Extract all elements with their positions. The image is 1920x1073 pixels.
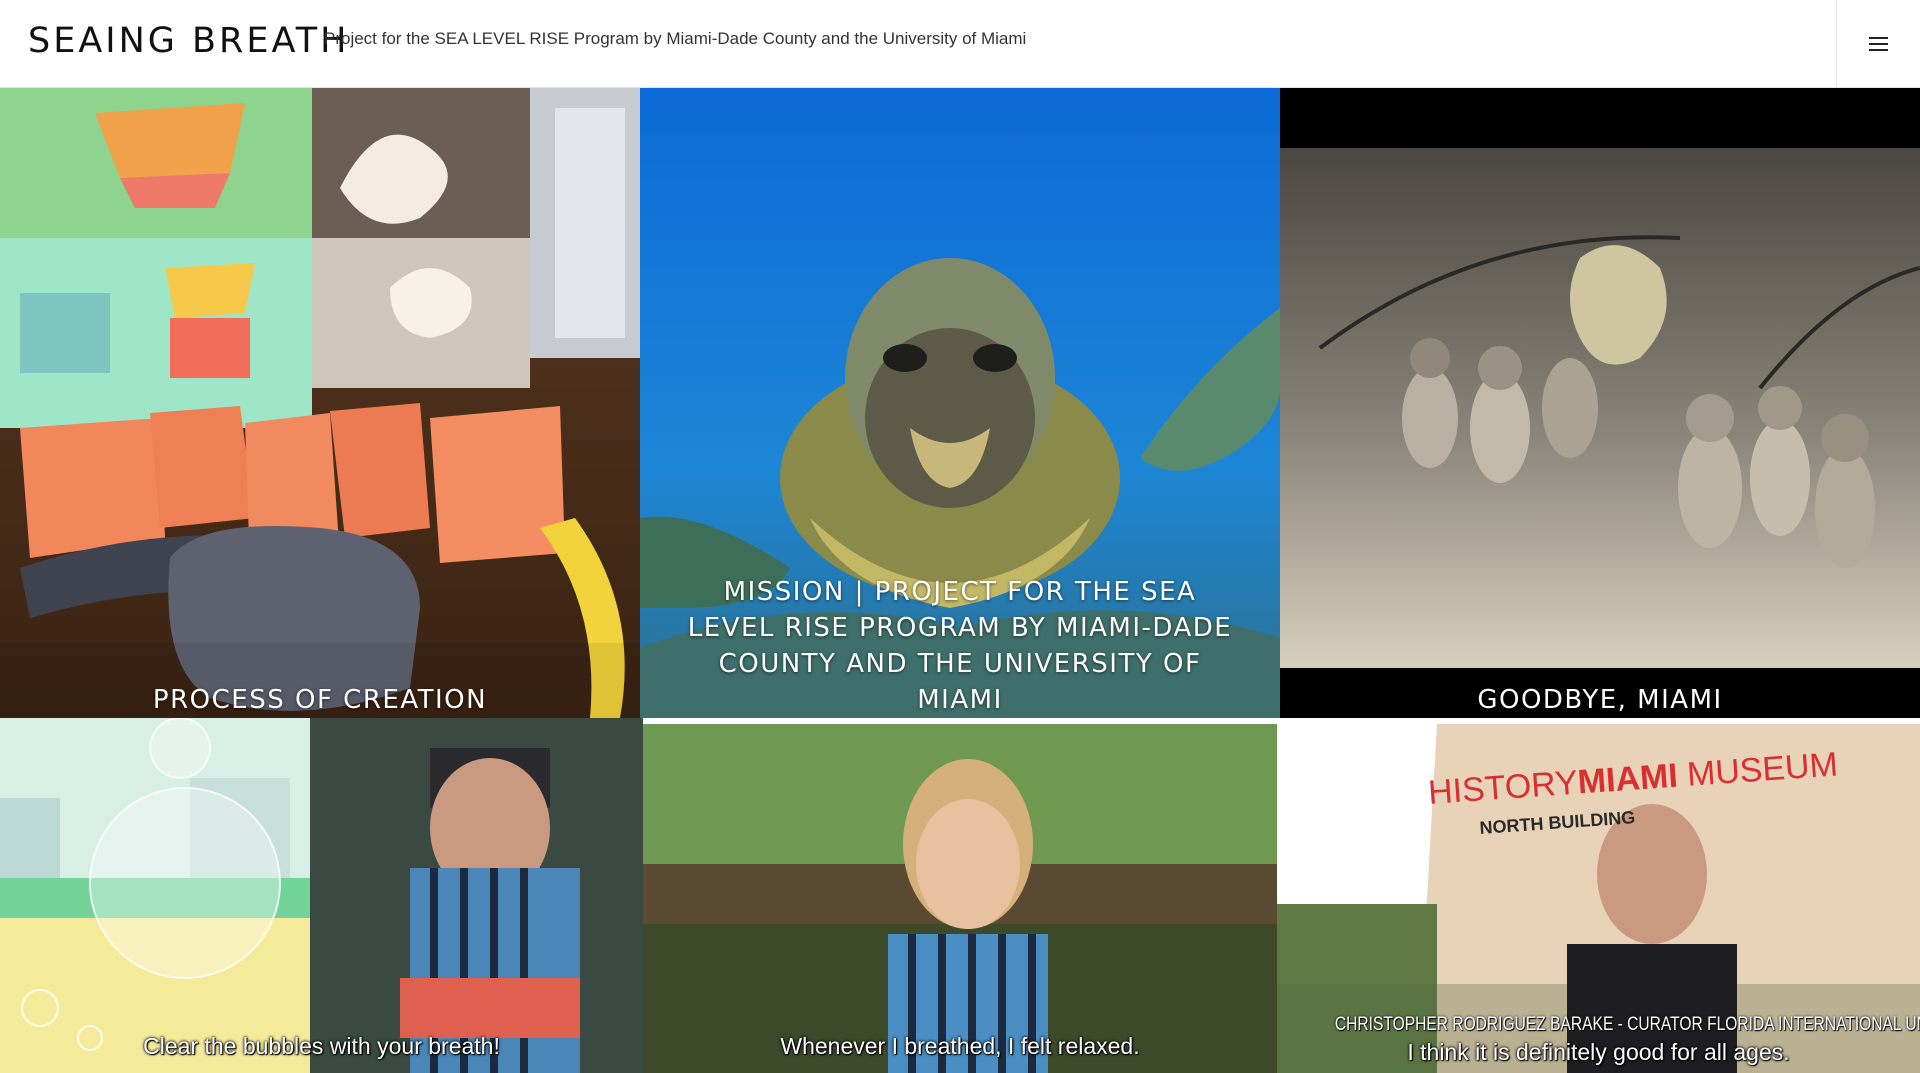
tile-curator-video[interactable]: HISTORYMIAMI MUSEUM NORTH BUILDING CHRIS… bbox=[1277, 724, 1920, 1073]
vintage-underwater-photo bbox=[1280, 148, 1920, 668]
tile-title: MISSION | PROJECT FOR THE SEA LEVEL RISE… bbox=[687, 577, 1233, 715]
menu-button[interactable] bbox=[1836, 0, 1920, 88]
bubbles-video-frame bbox=[0, 718, 643, 1073]
site-header: SEAING BREATH Project for the SEA LEVEL … bbox=[0, 0, 1920, 88]
hamburger-menu-icon bbox=[1869, 37, 1888, 51]
tile-title: GOODBYE, MIAMI bbox=[1477, 685, 1723, 715]
child-interview-frame bbox=[643, 724, 1277, 1073]
tile-title: PROCESS OF CREATION bbox=[152, 685, 488, 715]
site-tagline: Project for the SEA LEVEL RISE Program b… bbox=[324, 29, 1027, 48]
tile-process-of-creation[interactable]: PROCESS OF CREATION bbox=[0, 88, 640, 718]
speaker-name-caption: CHRISTOPHER RODRIGUEZ BARAKE - CURATOR F… bbox=[1334, 1014, 1920, 1035]
video-caption: Clear the bubbles with your breath! bbox=[143, 1033, 500, 1059]
site-title[interactable]: SEAING BREATH bbox=[28, 20, 349, 62]
process-photo bbox=[0, 88, 640, 718]
tile-relaxed-video[interactable]: Whenever I breathed, I felt relaxed. bbox=[643, 724, 1277, 1073]
video-caption: Whenever I breathed, I felt relaxed. bbox=[780, 1033, 1140, 1059]
video-caption: I think it is definitely good for all ag… bbox=[1407, 1039, 1790, 1065]
tile-mission[interactable]: MISSION | PROJECT FOR THE SEA LEVEL RISE… bbox=[640, 88, 1280, 718]
tile-bubbles-video[interactable]: Clear the bubbles with your breath! bbox=[0, 718, 643, 1073]
tile-goodbye-miami[interactable]: GOODBYE, MIAMI bbox=[1280, 88, 1920, 718]
